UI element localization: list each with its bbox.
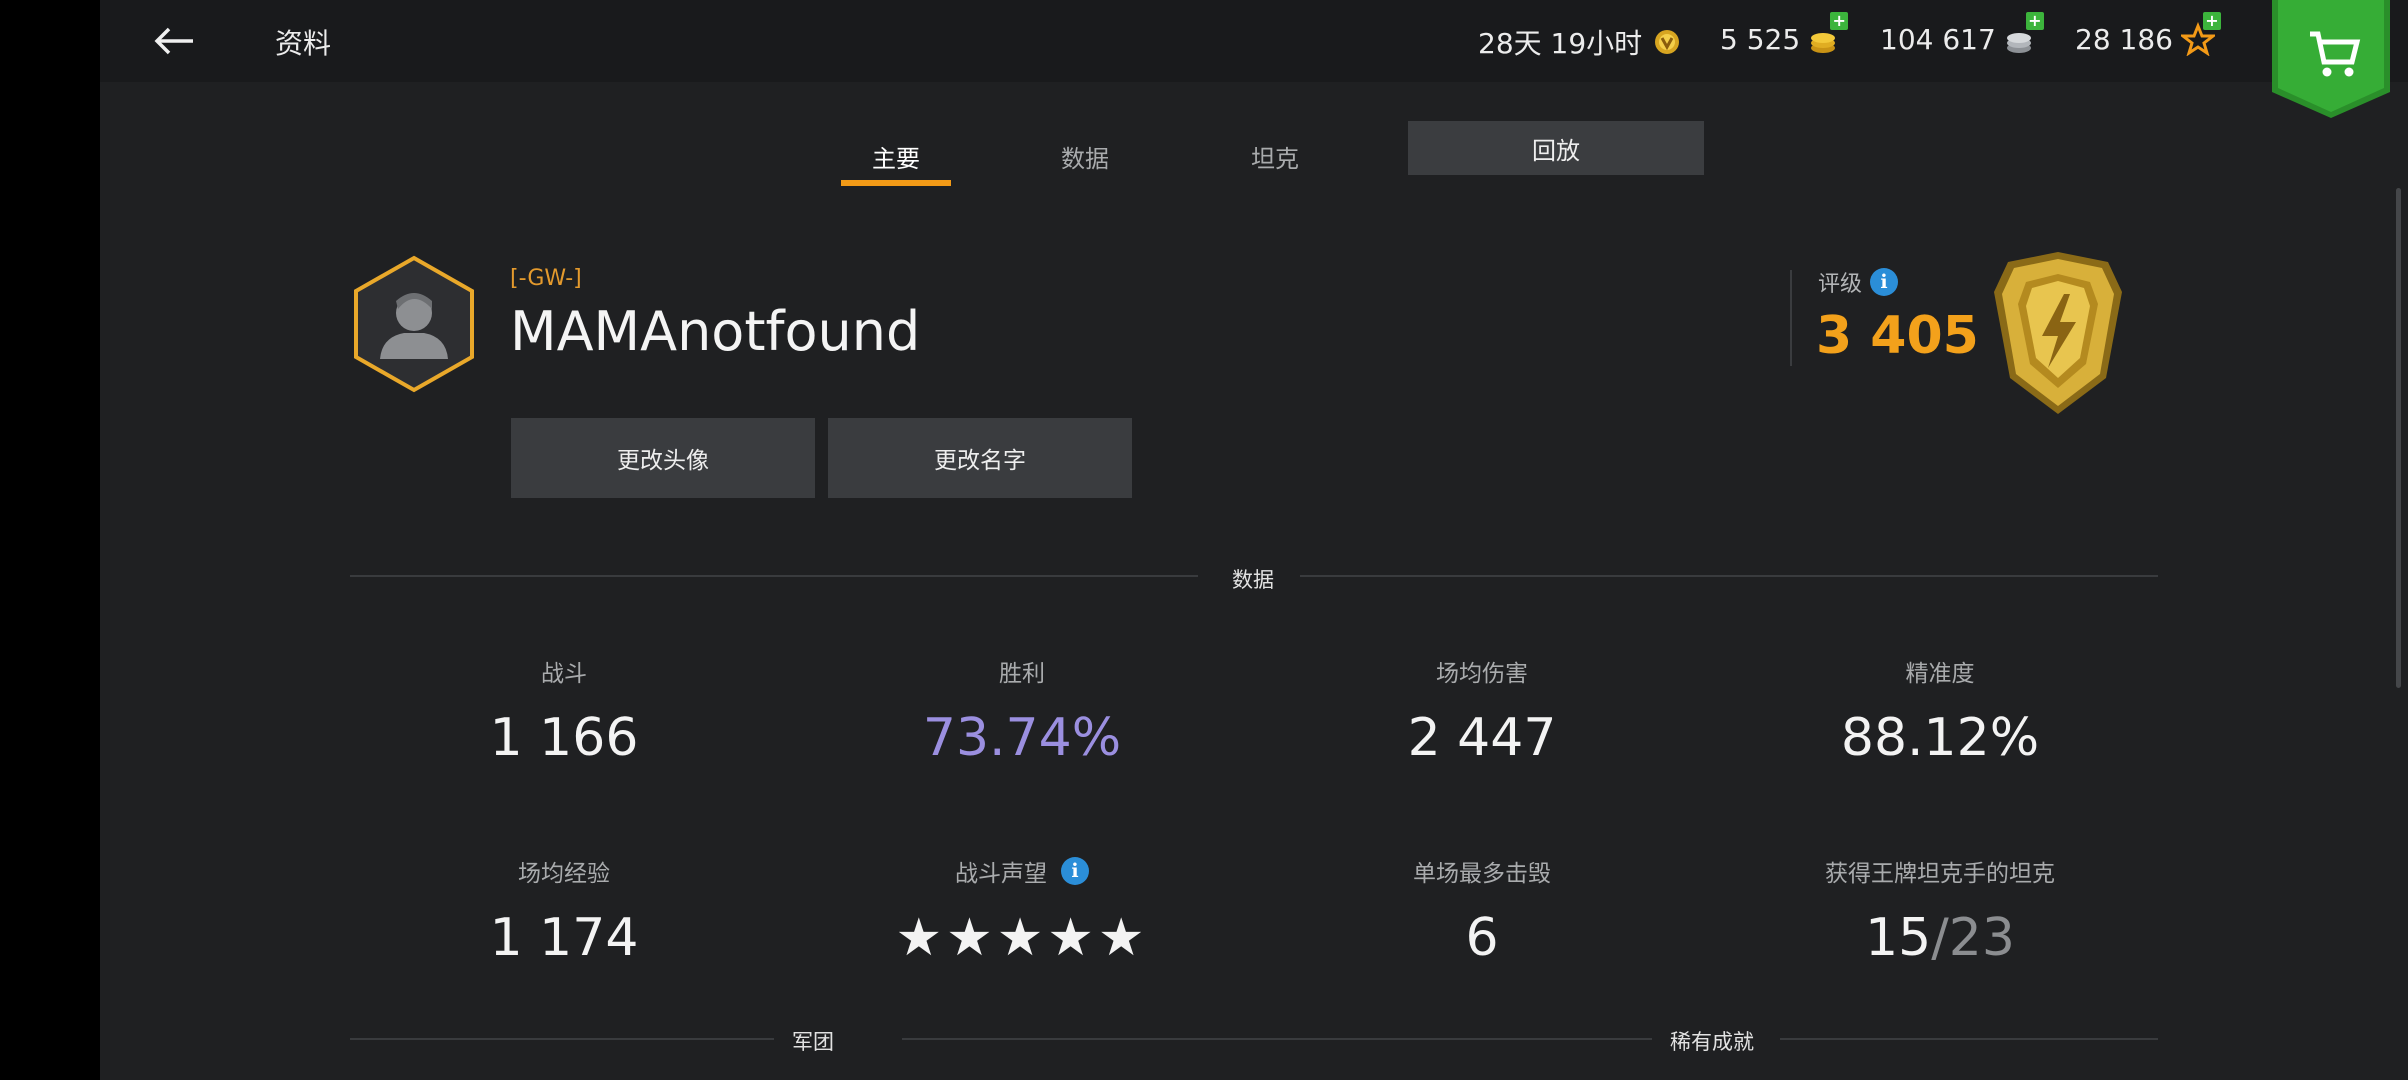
- stat-label-group: 战斗声望 i: [812, 856, 1232, 887]
- stat-value: 2 447: [1407, 708, 1557, 768]
- rating-label: 评级: [1818, 272, 1863, 297]
- premium-timer[interactable]: 28天 19小时: [1478, 22, 1684, 62]
- default-avatar-icon: [354, 255, 474, 393]
- stat-value: 6: [1465, 908, 1499, 968]
- stat-ace-tankers: 获得王牌坦克手的坦克 15/23: [1730, 856, 2150, 968]
- stat-value: 1 174: [489, 908, 639, 968]
- stat-avg-damage: 场均伤害 2 447: [1272, 656, 1692, 768]
- stat-value: 1 166: [489, 708, 639, 768]
- profile-screen: 资料 28天 19小时 5 525 + 104 617 + 28 186 + 主…: [100, 0, 2408, 1080]
- credits-amount: 104 617: [1880, 22, 1996, 56]
- stat-label: 获得王牌坦克手的坦克: [1825, 861, 2055, 887]
- stat-value: 88.12%: [1840, 708, 2040, 768]
- rating-label-group: 评级 i: [1818, 266, 1899, 298]
- tab-replays[interactable]: 回放: [1408, 121, 1704, 175]
- stat-label: 战斗: [541, 661, 587, 687]
- stat-label: 场均经验: [518, 861, 610, 887]
- info-icon[interactable]: i: [1870, 268, 1899, 296]
- stats-section-title: 数据: [1232, 568, 1274, 592]
- rating-divider: [1790, 270, 1792, 366]
- tab-tanks[interactable]: 坦克: [1220, 130, 1330, 182]
- tab-stats[interactable]: 数据: [1030, 130, 1140, 182]
- top-bar: 资料 28天 19小时 5 525 + 104 617 + 28 186 +: [100, 0, 2408, 118]
- stat-max-kills: 单场最多击毁 6: [1272, 856, 1692, 968]
- gold-balance[interactable]: 5 525 +: [1720, 12, 1849, 56]
- rating-value: 3 405: [1816, 306, 1979, 366]
- reputation-stars: ★★★★★: [895, 908, 1149, 968]
- silver-coin-icon: +: [2004, 12, 2044, 56]
- clan-tag: [-GW-]: [510, 266, 582, 291]
- arrow-left-icon: [154, 27, 193, 55]
- stat-battles: 战斗 1 166: [354, 656, 774, 768]
- stat-victories: 胜利 73.74%: [812, 656, 1232, 768]
- change-name-button[interactable]: 更改名字: [828, 418, 1132, 498]
- stat-avg-xp: 场均经验 1 174: [354, 856, 774, 968]
- add-credits-button[interactable]: +: [2025, 12, 2044, 30]
- credits-balance[interactable]: 104 617 +: [1880, 12, 2044, 56]
- gold-coin-icon: +: [1808, 12, 1849, 56]
- change-avatar-button[interactable]: 更改头像: [511, 418, 815, 498]
- add-gold-button[interactable]: +: [1830, 12, 1849, 30]
- tab-main[interactable]: 主要: [841, 130, 951, 186]
- gold-amount: 5 525: [1720, 22, 1801, 56]
- stat-reputation: 战斗声望 i ★★★★★: [812, 856, 1232, 968]
- stat-label: 战斗声望: [955, 861, 1047, 887]
- stat-label: 场均伤害: [1436, 661, 1528, 687]
- page-title: 资料: [275, 27, 332, 60]
- cart-icon: [2272, 0, 2390, 118]
- section-line: [1300, 575, 2158, 577]
- free-xp-amount: 28 186: [2075, 22, 2173, 56]
- info-icon[interactable]: i: [1061, 857, 1089, 885]
- stat-value-group: 15/23: [1730, 908, 2150, 968]
- player-name: MAMAnotfound: [510, 300, 921, 363]
- free-xp-star-icon: +: [2178, 12, 2221, 57]
- clan-section-title: 军团: [774, 1026, 852, 1056]
- premium-timer-text: 28天 19小时: [1478, 27, 1643, 60]
- stat-value: 73.74%: [922, 708, 1122, 768]
- rare-achievements-section-title: 稀有成就: [1652, 1026, 1772, 1056]
- back-button[interactable]: [150, 16, 200, 66]
- section-line: [1780, 1038, 2158, 1040]
- add-free-xp-button[interactable]: +: [2202, 12, 2221, 30]
- premium-icon: [1650, 25, 1684, 59]
- stat-label: 单场最多击毁: [1413, 861, 1551, 887]
- scrollbar[interactable]: [2396, 188, 2401, 688]
- shop-button[interactable]: [2272, 0, 2390, 118]
- free-xp-balance[interactable]: 28 186 +: [2075, 12, 2221, 57]
- section-line: [350, 1038, 846, 1040]
- section-line: [350, 575, 1198, 577]
- stat-label: 精准度: [1905, 661, 1975, 687]
- stat-label: 胜利: [999, 661, 1045, 687]
- stat-accuracy: 精准度 88.12%: [1730, 656, 2150, 768]
- rating-badge-icon: [1988, 248, 2128, 418]
- avatar[interactable]: [352, 255, 476, 393]
- ace-count: 15: [1865, 908, 1932, 968]
- ace-total: /23: [1931, 908, 2015, 968]
